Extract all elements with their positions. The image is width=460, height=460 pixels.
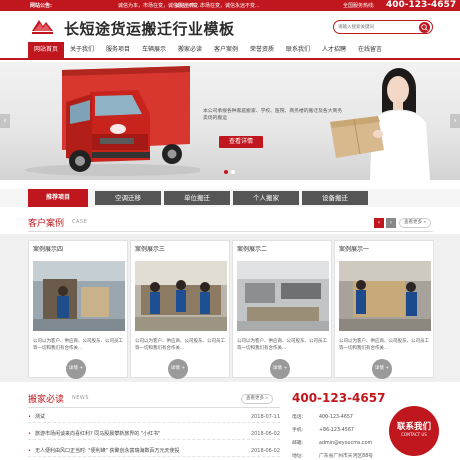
nav-item-message[interactable]: 在线留言 [352,42,388,58]
case-photo[interactable] [33,261,125,331]
top-notice-bar: 网站公告: 诚信为本，市场在变，诚信永远不变... 诚信为本，市场在变，诚信永远… [0,0,460,11]
contact-value[interactable]: admin@eyoucms.com [319,441,372,446]
case-title[interactable]: 案例展示二 [237,244,267,253]
news-header: 搬家必读 NEWS 查看更多 » [28,392,280,408]
news-bullet: • [28,414,31,420]
site-title[interactable]: 长短途货运搬迁行业模板 [64,18,235,39]
cases-title-en: CASE [72,219,88,225]
news-more-button[interactable]: 查看更多 » [241,394,274,404]
banner-dot-2[interactable] [231,170,235,174]
case-photo[interactable] [339,261,431,331]
search-button[interactable] [419,22,430,33]
case-photo[interactable] [135,261,227,331]
case-detail-button[interactable]: 详情 + [66,359,86,379]
news-list-item[interactable]: • 测试 2018-07-11 [28,411,280,423]
case-photo[interactable] [237,261,329,331]
news-list-item[interactable]: • 旅游市场闲谈来向喜红利? 同马股晨攀新旅界的 "小红书" 2018-06-0… [28,428,280,440]
search-box [333,20,433,34]
hotline-label: 全国服务热线: [343,3,375,9]
notice-label: 网站公告: [30,3,52,9]
contact-phone: 400-123-4657 [292,391,386,405]
case-detail-button[interactable]: 详情 + [168,359,188,379]
hotline-number: 400-123-4657 [386,0,457,10]
view-details-button[interactable]: 查看详情 [219,136,263,148]
main-nav: 网站首页 关于我们 服务项目 车辆展示 搬家必读 客户案例 荣誉资质 联系我们 … [0,42,460,60]
service-strip: 推荐项目 空调迁移 单位搬迁 个人搬家 设备搬迁 [0,189,460,207]
nav-item-honors[interactable]: 荣誉资质 [244,42,280,58]
case-detail-button[interactable]: 详情 + [270,359,290,379]
contact-value: 广东省广州市天河区88号 [319,454,374,459]
contact-value: +86-123-4567 [319,428,354,433]
recommended-tag: 推荐项目 [28,189,88,207]
contact-row-address: 地址: 广东省广州市天河区88号 [292,452,373,459]
nav-item-jobs[interactable]: 人才招聘 [316,42,352,58]
contact-row-mobile: 手机: +86-123-4567 [292,426,354,433]
banner-next-arrow[interactable]: › [450,114,460,128]
nav-item-cases[interactable]: 客户案例 [208,42,244,58]
nav-item-vehicles[interactable]: 车辆展示 [136,42,172,58]
case-description: 公司以为客户、供应商、公司股东、公司员工等一切和我们有合作关... [135,339,225,351]
contact-badge-en: CONTACT US [401,432,427,437]
news-title-en: NEWS [72,395,90,401]
contact-label: 电话: [292,415,304,420]
case-card[interactable]: 案例展示三 公司以为客户、供应商、公司股东、公司员工等一切和我们有合作关... … [130,240,230,379]
nav-item-services[interactable]: 服务项目 [100,42,136,58]
case-title[interactable]: 案例展示四 [33,244,63,253]
news-item-date: 2018-06-02 [250,431,280,437]
service-item-equipment[interactable]: 设备搬迁 [302,191,368,205]
contact-label: 邮箱: [292,441,304,446]
contact-row-email: 邮箱: admin@eyoucms.com [292,439,372,446]
nav-item-contact[interactable]: 联系我们 [280,42,316,58]
service-item-ac[interactable]: 空调迁移 [95,191,161,205]
case-description: 公司以为客户、供应商、公司股东、公司员工等一切和我们有合作关... [33,339,123,351]
case-card[interactable]: 案例展示四 公司以为客户、供应商、公司股东、公司员工等一切和我们有合作关... … [28,240,128,379]
contact-row-tel: 电话: 400-123-4657 [292,413,353,420]
case-detail-button[interactable]: 详情 + [372,359,392,379]
news-bullet: • [28,448,31,454]
case-card[interactable]: 案例展示一 公司以为客户、供应商、公司股东、公司员工等一切和我们有合作关... … [334,240,434,379]
news-item-date: 2018-07-11 [250,414,280,420]
nav-item-moving-tips[interactable]: 搬家必读 [172,42,208,58]
contact-value: 400-123-4657 [319,415,353,420]
news-item-text[interactable]: 旅游市场闲谈来向喜红利? 同马股晨攀新旅界的 "小红书" [35,428,160,440]
cases-title: 客户案例 [28,219,65,229]
banner-prev-arrow[interactable]: ‹ [0,114,10,128]
cases-header: 客户案例 CASE ‹ › 查看更多 » [28,216,433,232]
case-card[interactable]: 案例展示二 公司以为客户、供应商、公司股东、公司员工等一切和我们有合作关... … [232,240,332,379]
search-input[interactable] [338,23,418,32]
banner-dots [224,169,238,176]
news-bullet: • [28,431,31,437]
hero-banner[interactable]: 本公司承接各种家庭搬家、学校、医院、商务楼的搬迁及各大商务卖场的搬运 查看详情 … [0,62,460,180]
cases-more-button[interactable]: 查看更多 » [399,218,432,228]
nav-item-about[interactable]: 关于我们 [64,42,100,58]
case-title[interactable]: 案例展示三 [135,244,165,253]
nav-item-home[interactable]: 网站首页 [28,42,64,58]
news-item-text[interactable]: 无人便利由风口正当时: "便利蜂" 获聚创永富瑞海数百万元天使投 [35,445,179,457]
case-description: 公司以为客户、供应商、公司股东、公司员工等一切和我们有合作关... [339,339,429,351]
news-item-text[interactable]: 测试 [35,411,45,423]
news-title: 搬家必读 [28,395,65,405]
logo-icon[interactable] [30,17,55,37]
contact-us-badge[interactable]: 联系我们 CONTACT US [389,406,439,456]
banner-dot-1[interactable] [224,170,228,174]
woman-with-box-image [330,68,430,180]
contact-label: 手机: [292,428,304,433]
truck-image [25,66,200,176]
cases-prev-button[interactable]: ‹ [374,218,384,228]
contact-label: 地址: [292,454,304,459]
service-item-personal[interactable]: 个人搬家 [233,191,299,205]
search-icon [421,24,428,31]
contact-badge-zh: 联系我们 [396,422,431,432]
cases-next-button[interactable]: › [386,218,396,228]
news-list-item[interactable]: • 无人便利由风口正当时: "便利蜂" 获聚创永富瑞海数百万元天使投 2018-… [28,445,280,457]
news-item-date: 2018-06-02 [250,448,280,454]
case-title[interactable]: 案例展示一 [339,244,369,253]
case-description: 公司以为客户、供应商、公司股东、公司员工等一切和我们有合作关... [237,339,327,351]
service-item-office[interactable]: 单位搬迁 [164,191,230,205]
notice-text-2[interactable]: 诚信为本，市场在变，诚信永远不变... [175,2,260,9]
